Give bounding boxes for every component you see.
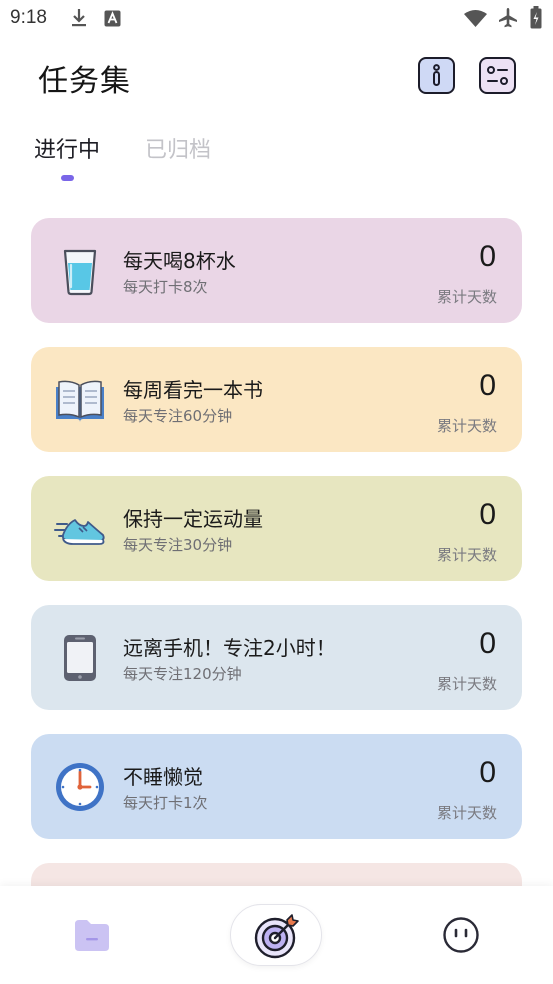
task-day-count: 0 bbox=[479, 369, 496, 402]
task-card-no-oversleep[interactable]: 不睡懒觉 每天打卡1次 0 累计天数 bbox=[31, 734, 522, 839]
battery-icon bbox=[530, 6, 542, 29]
tab-in-progress[interactable]: 进行中 bbox=[34, 132, 100, 164]
face-icon bbox=[443, 917, 479, 953]
task-card-read-book[interactable]: 每周看完一本书 每天专注60分钟 0 累计天数 bbox=[31, 347, 522, 452]
settings-sliders-icon bbox=[487, 66, 508, 85]
task-card-away-from-phone[interactable]: 远离手机！专注2小时！ 每天专注120分钟 0 累计天数 bbox=[31, 605, 522, 710]
task-card-exercise[interactable]: 保持一定运动量 每天专注30分钟 0 累计天数 bbox=[31, 476, 522, 581]
info-button[interactable] bbox=[418, 57, 455, 94]
task-day-count: 0 bbox=[479, 498, 496, 531]
app-a-icon bbox=[104, 10, 121, 27]
settings-button[interactable] bbox=[479, 57, 516, 94]
nav-target[interactable] bbox=[230, 904, 322, 966]
task-frequency: 每天专注60分钟 bbox=[123, 407, 233, 425]
tab-archived[interactable]: 已归档 bbox=[145, 132, 211, 164]
task-title: 不睡懒觉 bbox=[123, 765, 203, 789]
active-tab-indicator bbox=[61, 175, 74, 181]
target-icon bbox=[254, 914, 299, 959]
task-frequency: 每天打卡1次 bbox=[123, 794, 208, 812]
task-day-count-label: 累计天数 bbox=[436, 417, 497, 435]
water-glass-icon bbox=[63, 249, 97, 296]
nav-folder[interactable] bbox=[72, 915, 112, 955]
task-title: 每周看完一本书 bbox=[123, 378, 263, 402]
task-frequency: 每天打卡8次 bbox=[123, 278, 208, 296]
download-icon bbox=[72, 9, 86, 27]
wifi-icon bbox=[464, 10, 487, 27]
task-day-count-label: 累计天数 bbox=[436, 804, 497, 822]
task-title: 保持一定运动量 bbox=[123, 507, 263, 531]
folder-icon bbox=[75, 920, 109, 951]
open-book-icon bbox=[56, 380, 104, 422]
task-day-count-label: 累计天数 bbox=[436, 675, 497, 693]
task-title: 每天喝8杯水 bbox=[123, 249, 236, 273]
page-title: 任务集 bbox=[38, 64, 131, 99]
task-card-drink-water[interactable]: 每天喝8杯水 每天打卡8次 0 累计天数 bbox=[31, 218, 522, 323]
bottom-nav bbox=[0, 886, 553, 984]
nav-profile[interactable] bbox=[442, 916, 480, 954]
task-day-count: 0 bbox=[479, 756, 496, 789]
info-icon bbox=[433, 64, 440, 86]
task-day-count-label: 累计天数 bbox=[436, 288, 497, 306]
task-title: 远离手机！专注2小时！ bbox=[123, 636, 336, 660]
task-day-count: 0 bbox=[479, 240, 496, 273]
status-bar: 9:18 bbox=[0, 0, 553, 38]
running-shoe-icon bbox=[54, 519, 105, 545]
alarm-clock-icon bbox=[56, 763, 104, 811]
task-day-count: 0 bbox=[479, 627, 496, 660]
status-time: 9:18 bbox=[10, 7, 47, 28]
task-frequency: 每天专注120分钟 bbox=[123, 665, 242, 683]
airplane-icon bbox=[499, 8, 517, 28]
task-frequency: 每天专注30分钟 bbox=[123, 536, 233, 554]
phone-icon bbox=[64, 635, 96, 681]
task-day-count-label: 累计天数 bbox=[436, 546, 497, 564]
